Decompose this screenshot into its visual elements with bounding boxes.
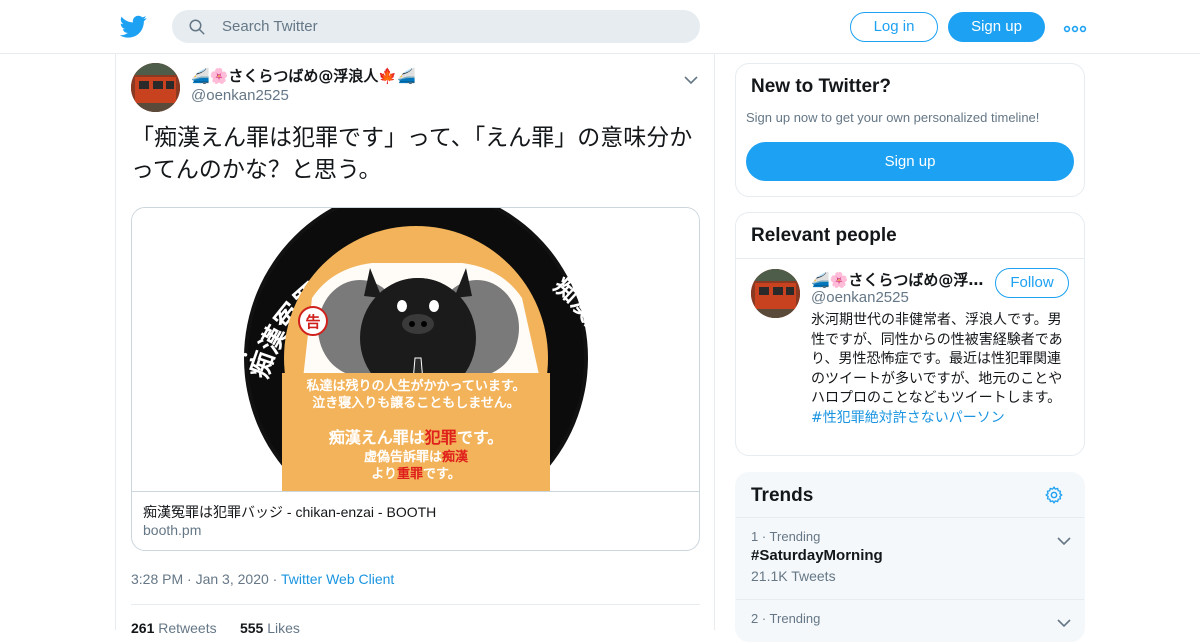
panel-title: Relevant people [751,225,897,246]
divider [736,599,1084,600]
card-domain[interactable]: booth.pm [143,522,201,538]
gear-icon[interactable] [1044,485,1064,509]
divider [131,604,700,605]
badge-line-4b: 痴漢 [442,449,469,465]
signup-large-button[interactable]: Sign up [746,142,1074,181]
tweet-time[interactable]: 3:28 PM [131,571,183,587]
trend-item[interactable]: 1 · Trending #SaturdayMorning 21.1K Twee… [751,529,1071,584]
badge-line-5c: です。 [423,467,461,482]
retweets-stat[interactable]: 261 Retweets [131,620,217,636]
trend-name: #SaturdayMorning [751,547,883,564]
trend-count: 21.1K Tweets [751,568,836,584]
likes-count: 555 [239,620,264,636]
twitter-logo-icon[interactable] [119,13,147,40]
tweet-date[interactable]: Jan 3, 2020 [196,571,269,587]
search-bar[interactable] [172,10,700,43]
retweets-count: 261 [131,620,155,636]
card-title[interactable]: 痴漢冤罪は犯罪バッジ - chikan-enzai - BOOTH [143,502,436,522]
tweet-column: 🚄🌸さくらつばめ@浮浪人🍁🚄 @oenkan2525 「痴漢えん罪は犯罪です」っ… [115,54,715,636]
chevron-down-icon[interactable] [684,70,698,89]
meta-separator: · [272,571,281,587]
more-options-icon[interactable] [1063,20,1087,33]
link-card[interactable]: 痴漢冤罪はいらないです！ 痴漢冤罪は犯罪です すべて報告しますぞ！ [131,207,700,551]
follow-button[interactable]: Follow [995,268,1069,298]
person-handle[interactable]: @oenkan2525 [811,289,909,306]
tweet-stats: 261 Retweets 555 Likes [131,620,300,636]
badge-line-5b: 重罪 [397,466,423,482]
badge-line-2: 泣き寝入りも譲ることもしません。 [312,395,520,411]
stamp-char: 告 [305,313,320,331]
login-button[interactable]: Log in [850,12,938,42]
top-navigation-bar: Log in Sign up [0,0,1200,54]
svg-text:痴漢えん罪は犯罪です。: 痴漢えん罪は犯罪です。 [329,428,503,447]
badge-line-4a: 虚偽告訴罪は [364,449,442,465]
svg-text:より重罪です。: より重罪です。 [371,466,460,482]
badge-line-3b: 犯罪 [424,428,457,447]
relevant-people-panel: Relevant people 🚄🌸さくらつばめ@浮浪人🍁🚄 @oenkan25… [735,212,1085,456]
tweet-text: 「痴漢えん罪は犯罪です」って、「えん罪」の意味分かってんのかな？と思う。 [131,125,693,183]
new-to-twitter-panel: New to Twitter? Sign up now to get your … [735,63,1085,197]
badge-line-3c: です。 [457,428,503,447]
trends-panel: Trends 1 · Trending #SaturdayMorning 21.… [735,472,1085,642]
panel-title: Trends [751,485,814,506]
divider [736,258,1084,259]
chevron-down-icon[interactable] [1057,613,1071,632]
svg-text:虚偽告訴罪は痴漢: 虚偽告訴罪は痴漢 [364,449,469,465]
signup-button[interactable]: Sign up [948,12,1045,42]
divider [736,517,1084,518]
panel-subtitle: Sign up now to get your own personalized… [746,110,1040,125]
person-name[interactable]: 🚄🌸さくらつばめ@浮浪人🍁🚄 [811,269,989,290]
tweet-source-link[interactable]: Twitter Web Client [281,571,394,587]
person-bio: 氷河期世代の非健常者、浮浪人です。男性ですが、同性からの性被害経験者であり、男性… [811,311,1071,428]
trend-context: 1 · Trending [751,529,821,544]
avatar[interactable] [131,63,180,112]
badge-line-1: 私達は残りの人生がかかっています。 [306,378,525,394]
card-image: 痴漢冤罪はいらないです！ 痴漢冤罪は犯罪です すべて報告しますぞ！ [132,208,699,492]
bio-text: 氷河期世代の非健常者、浮浪人です。男性ですが、同性からの性被害経験者であり、男性… [811,312,1063,406]
likes-label: Likes [267,620,300,636]
tweet-author-name[interactable]: 🚄🌸さくらつばめ@浮浪人🍁🚄 [191,65,416,86]
tweet-author-handle[interactable]: @oenkan2525 [191,87,289,104]
likes-stat[interactable]: 555 Likes [240,620,300,636]
tweet-meta: 3:28 PM · Jan 3, 2020 · Twitter Web Clie… [131,571,394,587]
retweets-label: Retweets [158,620,217,636]
bio-hashtag[interactable]: #性犯罪絶対許さないパーソン [811,410,1005,426]
avatar[interactable] [751,269,800,318]
search-input[interactable] [222,10,682,43]
chevron-down-icon[interactable] [1057,531,1071,550]
search-icon [189,19,205,35]
trend-item[interactable]: 2 · Trending [751,611,1071,628]
meta-separator: · [187,571,196,587]
trend-context: 2 · Trending [751,611,821,626]
panel-title: New to Twitter? [751,76,892,97]
badge-line-3a: 痴漢えん罪は [329,428,425,447]
badge-line-5a: より [371,467,397,482]
